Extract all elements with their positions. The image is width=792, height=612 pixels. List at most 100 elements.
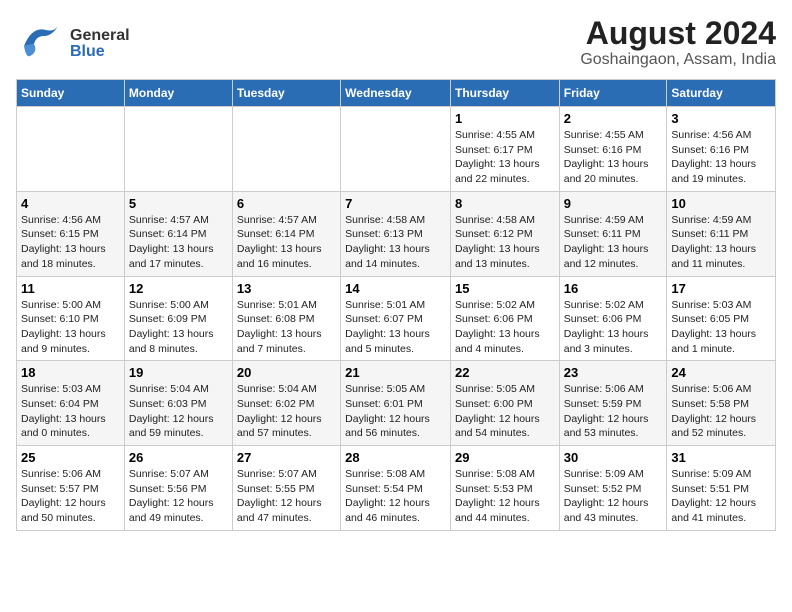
day-number: 23 <box>564 365 663 380</box>
day-number: 10 <box>671 196 771 211</box>
day-info: Sunrise: 5:06 AM Sunset: 5:58 PM Dayligh… <box>671 382 771 441</box>
day-info: Sunrise: 5:07 AM Sunset: 5:56 PM Dayligh… <box>129 467 228 526</box>
day-info: Sunrise: 5:09 AM Sunset: 5:52 PM Dayligh… <box>564 467 663 526</box>
day-number: 1 <box>455 111 555 126</box>
header-friday: Friday <box>559 80 667 107</box>
logo-text: General Blue <box>70 28 130 60</box>
day-number: 21 <box>345 365 446 380</box>
day-info: Sunrise: 5:01 AM Sunset: 6:08 PM Dayligh… <box>237 298 336 357</box>
day-info: Sunrise: 5:05 AM Sunset: 6:00 PM Dayligh… <box>455 382 555 441</box>
day-number: 5 <box>129 196 228 211</box>
header-thursday: Thursday <box>450 80 559 107</box>
calendar-week-row: 25Sunrise: 5:06 AM Sunset: 5:57 PM Dayli… <box>17 446 776 531</box>
calendar-cell: 4 Sunrise: 4:56 AM Sunset: 6:15 PM Daylig… <box>17 191 125 276</box>
day-number: 22 <box>455 365 555 380</box>
calendar-cell: 16 Sunrise: 5:02 AM Sunset: 6:06 PM Dayli… <box>559 276 667 361</box>
logo-general-text: General <box>70 28 130 44</box>
logo-blue-text: Blue <box>70 44 130 60</box>
calendar-cell: 22 Sunrise: 5:05 AM Sunset: 6:00 PM Dayli… <box>450 361 559 446</box>
day-info: Sunrise: 4:57 AM Sunset: 6:14 PM Dayligh… <box>129 213 228 272</box>
header-sunday: Sunday <box>17 80 125 107</box>
calendar-cell: 6 Sunrise: 4:57 AM Sunset: 6:14 PM Daylig… <box>232 191 340 276</box>
day-info: Sunrise: 5:06 AM Sunset: 5:59 PM Dayligh… <box>564 382 663 441</box>
day-number: 4 <box>21 196 120 211</box>
calendar-cell: 15 Sunrise: 5:02 AM Sunset: 6:06 PM Dayli… <box>450 276 559 361</box>
calendar-cell: 30 Sunrise: 5:09 AM Sunset: 5:52 PM Dayli… <box>559 446 667 531</box>
day-info: Sunrise: 4:55 AM Sunset: 6:17 PM Dayligh… <box>455 128 555 187</box>
header-saturday: Saturday <box>667 80 776 107</box>
calendar-cell: 26Sunrise: 5:07 AM Sunset: 5:56 PM Dayli… <box>124 446 232 531</box>
day-info: Sunrise: 4:56 AM Sunset: 6:15 PM Dayligh… <box>21 213 120 272</box>
calendar-title: August 2024 <box>580 16 776 51</box>
calendar-cell: 28 Sunrise: 5:08 AM Sunset: 5:54 PM Dayli… <box>341 446 451 531</box>
calendar-cell: 5 Sunrise: 4:57 AM Sunset: 6:14 PM Daylig… <box>124 191 232 276</box>
day-info: Sunrise: 4:58 AM Sunset: 6:13 PM Dayligh… <box>345 213 446 272</box>
calendar-cell <box>17 107 125 192</box>
calendar-cell: 20 Sunrise: 5:04 AM Sunset: 6:02 PM Dayli… <box>232 361 340 446</box>
calendar-cell: 13Sunrise: 5:01 AM Sunset: 6:08 PM Dayli… <box>232 276 340 361</box>
day-info: Sunrise: 5:04 AM Sunset: 6:03 PM Dayligh… <box>129 382 228 441</box>
calendar-cell: 21Sunrise: 5:05 AM Sunset: 6:01 PM Dayli… <box>341 361 451 446</box>
calendar-week-row: 18 Sunrise: 5:03 AM Sunset: 6:04 PM Dayli… <box>17 361 776 446</box>
day-number: 9 <box>564 196 663 211</box>
day-number: 20 <box>237 365 336 380</box>
day-number: 11 <box>21 281 120 296</box>
day-info: Sunrise: 5:02 AM Sunset: 6:06 PM Dayligh… <box>455 298 555 357</box>
day-number: 30 <box>564 450 663 465</box>
calendar-cell: 24Sunrise: 5:06 AM Sunset: 5:58 PM Dayli… <box>667 361 776 446</box>
day-number: 19 <box>129 365 228 380</box>
calendar-week-row: 11 Sunrise: 5:00 AM Sunset: 6:10 PM Dayli… <box>17 276 776 361</box>
day-number: 17 <box>671 281 771 296</box>
day-info: Sunrise: 5:09 AM Sunset: 5:51 PM Dayligh… <box>671 467 771 526</box>
day-info: Sunrise: 5:02 AM Sunset: 6:06 PM Dayligh… <box>564 298 663 357</box>
calendar-cell <box>232 107 340 192</box>
calendar-cell: 8 Sunrise: 4:58 AM Sunset: 6:12 PM Daylig… <box>450 191 559 276</box>
day-number: 28 <box>345 450 446 465</box>
header-wednesday: Wednesday <box>341 80 451 107</box>
day-number: 25 <box>21 450 120 465</box>
calendar-week-row: 4 Sunrise: 4:56 AM Sunset: 6:15 PM Daylig… <box>17 191 776 276</box>
day-info: Sunrise: 5:03 AM Sunset: 6:04 PM Dayligh… <box>21 382 120 441</box>
day-info: Sunrise: 5:08 AM Sunset: 5:54 PM Dayligh… <box>345 467 446 526</box>
calendar-cell: 7 Sunrise: 4:58 AM Sunset: 6:13 PM Daylig… <box>341 191 451 276</box>
day-number: 3 <box>671 111 771 126</box>
day-info: Sunrise: 5:03 AM Sunset: 6:05 PM Dayligh… <box>671 298 771 357</box>
day-number: 8 <box>455 196 555 211</box>
day-number: 6 <box>237 196 336 211</box>
calendar-header-row: SundayMondayTuesdayWednesdayThursdayFrid… <box>17 80 776 107</box>
day-number: 18 <box>21 365 120 380</box>
day-info: Sunrise: 4:56 AM Sunset: 6:16 PM Dayligh… <box>671 128 771 187</box>
day-info: Sunrise: 4:58 AM Sunset: 6:12 PM Dayligh… <box>455 213 555 272</box>
day-number: 7 <box>345 196 446 211</box>
day-info: Sunrise: 5:08 AM Sunset: 5:53 PM Dayligh… <box>455 467 555 526</box>
day-number: 31 <box>671 450 771 465</box>
header-monday: Monday <box>124 80 232 107</box>
day-number: 27 <box>237 450 336 465</box>
calendar-cell: 14Sunrise: 5:01 AM Sunset: 6:07 PM Dayli… <box>341 276 451 361</box>
day-number: 29 <box>455 450 555 465</box>
calendar-cell: 31 Sunrise: 5:09 AM Sunset: 5:51 PM Dayli… <box>667 446 776 531</box>
calendar-cell: 11 Sunrise: 5:00 AM Sunset: 6:10 PM Dayli… <box>17 276 125 361</box>
day-info: Sunrise: 5:00 AM Sunset: 6:09 PM Dayligh… <box>129 298 228 357</box>
title-area: August 2024 Goshaingaon, Assam, India <box>580 16 776 69</box>
day-info: Sunrise: 5:04 AM Sunset: 6:02 PM Dayligh… <box>237 382 336 441</box>
calendar-subtitle: Goshaingaon, Assam, India <box>580 51 776 69</box>
day-number: 16 <box>564 281 663 296</box>
calendar-cell: 27 Sunrise: 5:07 AM Sunset: 5:55 PM Dayli… <box>232 446 340 531</box>
calendar-cell: 19 Sunrise: 5:04 AM Sunset: 6:03 PM Dayli… <box>124 361 232 446</box>
header: General Blue August 2024 Goshaingaon, As… <box>16 16 776 71</box>
day-info: Sunrise: 5:00 AM Sunset: 6:10 PM Dayligh… <box>21 298 120 357</box>
day-info: Sunrise: 5:01 AM Sunset: 6:07 PM Dayligh… <box>345 298 446 357</box>
day-number: 15 <box>455 281 555 296</box>
calendar-cell: 12 Sunrise: 5:00 AM Sunset: 6:09 PM Dayli… <box>124 276 232 361</box>
calendar-cell: 9Sunrise: 4:59 AM Sunset: 6:11 PM Daylig… <box>559 191 667 276</box>
calendar-cell: 10Sunrise: 4:59 AM Sunset: 6:11 PM Dayli… <box>667 191 776 276</box>
day-info: Sunrise: 5:07 AM Sunset: 5:55 PM Dayligh… <box>237 467 336 526</box>
calendar-cell: 18 Sunrise: 5:03 AM Sunset: 6:04 PM Dayli… <box>17 361 125 446</box>
day-number: 12 <box>129 281 228 296</box>
day-info: Sunrise: 4:57 AM Sunset: 6:14 PM Dayligh… <box>237 213 336 272</box>
calendar-week-row: 1 Sunrise: 4:55 AM Sunset: 6:17 PM Daylig… <box>17 107 776 192</box>
logo-bird-icon <box>16 16 64 71</box>
calendar-cell: 3 Sunrise: 4:56 AM Sunset: 6:16 PM Daylig… <box>667 107 776 192</box>
day-number: 2 <box>564 111 663 126</box>
